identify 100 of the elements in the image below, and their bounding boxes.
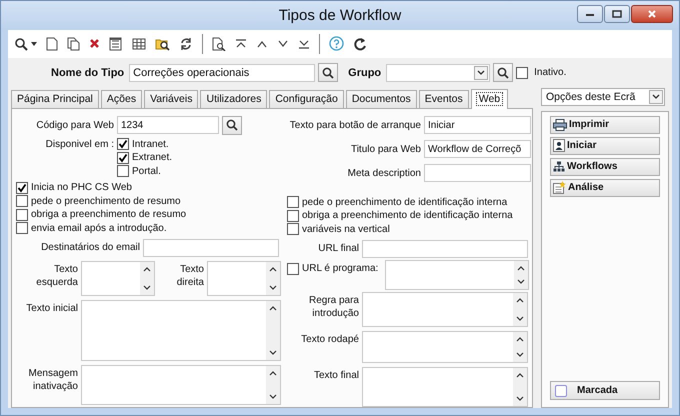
checkbox-label: obriga a preenchimento de resumo — [31, 209, 186, 220]
print-preview-icon[interactable] — [212, 36, 226, 51]
checkbox[interactable] — [16, 208, 28, 221]
checkbox[interactable] — [16, 222, 28, 234]
refresh-icon[interactable] — [179, 36, 193, 51]
checkbox[interactable] — [117, 152, 129, 164]
chevron-down-icon[interactable] — [516, 352, 524, 357]
code-field[interactable]: 1234 — [117, 116, 219, 134]
chevron-up-icon[interactable] — [517, 266, 525, 271]
checkbox[interactable] — [516, 66, 528, 78]
field-label: Texto final — [312, 369, 359, 382]
folder-search-icon[interactable] — [155, 36, 170, 51]
tab[interactable]: Documentos — [346, 90, 417, 108]
checkbox[interactable] — [287, 262, 299, 275]
field-label: Destinatários do email — [40, 242, 140, 253]
table-icon[interactable] — [132, 38, 146, 50]
field-label: URL final — [317, 243, 359, 254]
chevron-down-icon[interactable] — [269, 394, 277, 399]
tab[interactable]: Configuração — [269, 90, 344, 108]
email-field[interactable] — [143, 238, 279, 256]
up-icon[interactable] — [256, 40, 268, 48]
tab[interactable]: Eventos — [418, 90, 469, 108]
maximize-icon — [612, 10, 622, 18]
checkbox[interactable] — [16, 182, 28, 194]
chevron-down-icon[interactable] — [269, 285, 277, 290]
chevron-up-icon[interactable] — [269, 371, 277, 376]
side-button[interactable]: Análise — [550, 178, 660, 196]
checkbox-label: Inativo. — [534, 67, 566, 78]
side-button[interactable]: Workflows — [550, 158, 660, 176]
checkbox-label: Extranet. — [132, 152, 172, 164]
chevron-up-icon[interactable] — [269, 267, 277, 272]
search-icon — [226, 119, 238, 131]
check-icon — [118, 152, 128, 163]
checkbox-label: Portal. — [132, 166, 161, 177]
checkbox[interactable] — [117, 165, 129, 178]
tab[interactable]: Ações — [100, 90, 142, 108]
checkbox[interactable] — [117, 138, 129, 150]
field-label: Regra para introdução — [308, 294, 359, 320]
hierarchy-icon — [553, 161, 565, 172]
text-field[interactable]: Iniciar — [424, 116, 531, 134]
first-icon[interactable] — [235, 38, 247, 49]
tab[interactable]: Utilizadores — [200, 90, 268, 108]
search-button[interactable] — [493, 63, 514, 82]
checkbox-label: envia email após a introdução. — [31, 222, 167, 234]
checkbox[interactable] — [287, 196, 299, 208]
caret-icon[interactable] — [31, 42, 37, 46]
search-button[interactable] — [318, 63, 338, 82]
maximize-button[interactable] — [604, 5, 630, 23]
search-button[interactable] — [222, 116, 242, 134]
search-icon — [322, 66, 334, 78]
field-label: Código para Web — [35, 120, 114, 130]
field-label: Disponivel em : — [44, 138, 114, 150]
caret-icon — [652, 94, 660, 99]
chevron-down-icon[interactable] — [517, 279, 525, 284]
chevron-up-icon[interactable] — [269, 306, 277, 311]
caret-icon — [477, 70, 486, 75]
chevron-down-icon[interactable] — [516, 316, 524, 321]
field-label: Nome do Tipo — [51, 66, 124, 78]
down-icon[interactable] — [277, 40, 289, 48]
search-icon[interactable] — [14, 36, 28, 51]
name-field[interactable]: Correções operacionais — [129, 64, 316, 82]
field-label: Texto esquerda — [35, 263, 78, 289]
tab[interactable]: Variáveis — [144, 90, 198, 108]
tab[interactable]: Web — [470, 88, 508, 108]
side-button[interactable]: Imprimir — [550, 116, 660, 134]
printer-icon — [553, 118, 567, 130]
field-label: Texto para botão de arranque — [288, 120, 421, 130]
minimize-button[interactable] — [577, 5, 603, 23]
close-button[interactable] — [631, 5, 673, 23]
text-field[interactable] — [424, 164, 531, 182]
checkbox-label: pede o preenchimento de identificação interna — [302, 196, 508, 208]
chevron-down-icon[interactable] — [143, 285, 151, 290]
chevron-up-icon[interactable] — [516, 337, 524, 342]
document-person-icon — [553, 139, 565, 152]
check-icon — [17, 182, 27, 193]
side-button[interactable]: Iniciar — [550, 136, 660, 154]
chevron-up-icon[interactable] — [516, 298, 524, 303]
last-icon[interactable] — [298, 38, 310, 49]
chevron-down-icon[interactable] — [269, 350, 277, 355]
checkbox[interactable] — [287, 223, 299, 236]
chevron-down-icon[interactable] — [516, 396, 524, 401]
url-field[interactable] — [362, 240, 528, 258]
form-icon[interactable] — [109, 36, 123, 51]
checkbox-label: obriga a preenchimento de identificação interna — [302, 210, 513, 222]
checkbox[interactable] — [16, 195, 28, 208]
help-icon[interactable] — [329, 36, 344, 52]
document-icon[interactable] — [46, 36, 58, 51]
delete-icon[interactable] — [89, 38, 100, 50]
close-icon — [647, 10, 657, 18]
copy-icon[interactable] — [67, 36, 80, 51]
field-label: Mensagem inativação — [28, 367, 78, 393]
chevron-up-icon[interactable] — [143, 267, 151, 272]
marked-toggle[interactable]: Marcada — [550, 381, 660, 400]
checkbox[interactable] — [287, 210, 299, 222]
text-field[interactable]: Workflow de Correçõ — [424, 140, 531, 158]
reload-icon[interactable] — [353, 36, 367, 51]
options-dropdown[interactable]: Opções deste Ecrã — [541, 88, 665, 106]
chevron-up-icon[interactable] — [516, 373, 524, 378]
field-label: Meta description — [346, 168, 421, 178]
tab[interactable]: Página Principal — [11, 90, 99, 108]
